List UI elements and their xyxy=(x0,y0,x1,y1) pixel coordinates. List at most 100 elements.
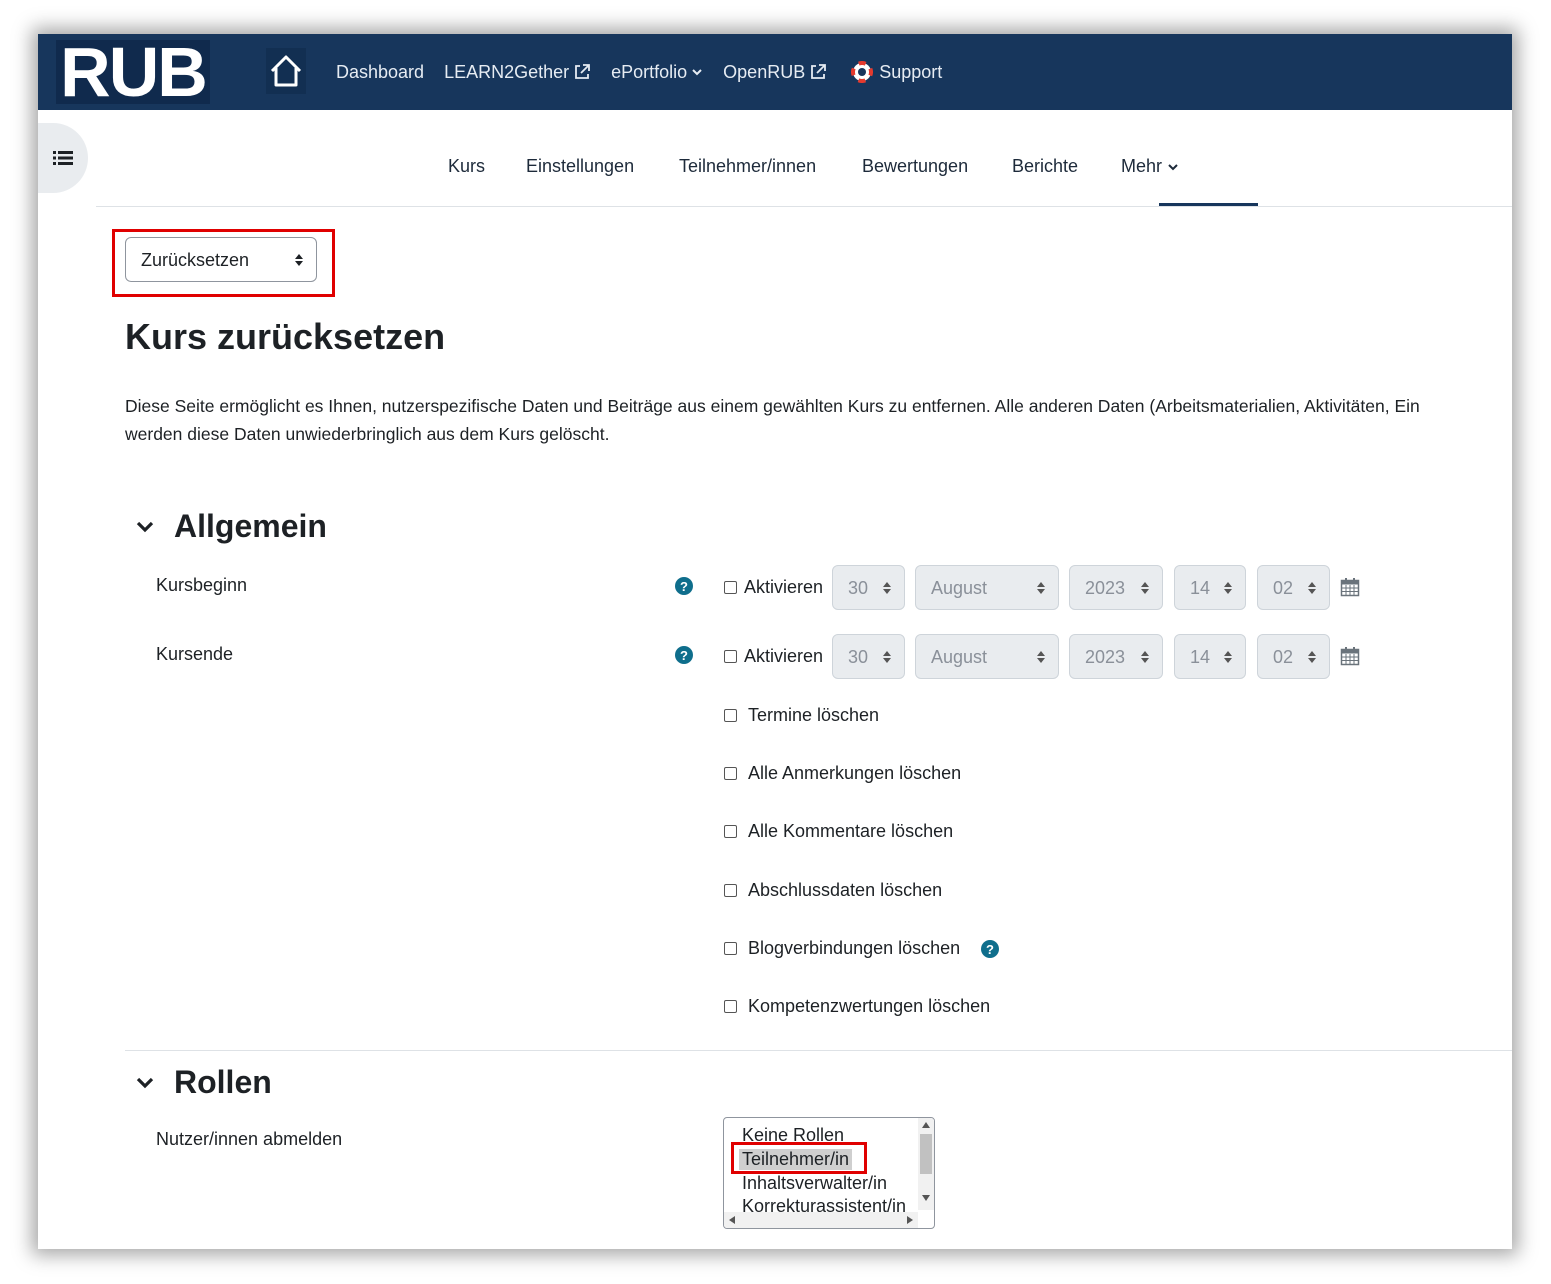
scroll-up-icon[interactable] xyxy=(922,1122,930,1128)
kursbeginn-enable-label: Aktivieren xyxy=(744,577,824,597)
kursende-month-value: August xyxy=(931,647,988,667)
nav-openrub[interactable]: OpenRUB xyxy=(723,62,827,83)
scroll-down-icon[interactable] xyxy=(922,1195,930,1201)
select-arrows-icon xyxy=(1224,582,1232,594)
page-action-select-value: Zurücksetzen xyxy=(141,250,250,270)
abschluss-label: Abschlussdaten löschen xyxy=(748,880,943,900)
home-icon xyxy=(270,55,302,87)
kursende-enable-label: Aktivieren xyxy=(744,646,824,666)
course-index-toggle[interactable] xyxy=(38,123,88,193)
kursbeginn-day-value: 30 xyxy=(848,578,869,598)
section-allgemein-header[interactable]: Allgemein xyxy=(134,508,327,545)
termine-label: Termine löschen xyxy=(748,705,880,725)
svg-text:?: ? xyxy=(680,648,688,663)
blog-label: Blogverbindungen löschen xyxy=(748,938,961,958)
kursende-day-value: 30 xyxy=(848,647,869,667)
kursende-hour-value: 14 xyxy=(1190,647,1211,667)
tab-berichte[interactable]: Berichte xyxy=(1012,156,1078,177)
kursbeginn-minute-select[interactable]: 02 xyxy=(1257,565,1330,610)
scroll-right-icon[interactable] xyxy=(907,1216,913,1224)
kursende-minute-select[interactable]: 02 xyxy=(1257,634,1330,679)
select-arrows-icon xyxy=(1308,582,1316,594)
page-action-select[interactable]: Zurücksetzen xyxy=(125,237,317,282)
nav-eportfolio-label: ePortfolio xyxy=(611,61,688,82)
help-icon[interactable]: ? xyxy=(675,646,693,664)
anmerkungen-label: Alle Anmerkungen löschen xyxy=(748,763,962,783)
svg-text:?: ? xyxy=(680,579,688,594)
tab-kurs[interactable]: Kurs xyxy=(448,156,485,177)
home-button[interactable] xyxy=(266,48,306,94)
tab-mehr[interactable]: Mehr xyxy=(1121,156,1179,177)
kursende-minute-value: 02 xyxy=(1273,647,1294,667)
external-link-icon xyxy=(575,64,591,79)
listbox-option[interactable]: Inhaltsverwalter/in xyxy=(742,1173,887,1194)
page-title: Kurs zurücksetzen xyxy=(125,316,446,357)
nav-dashboard[interactable]: Dashboard xyxy=(336,62,424,83)
browser-window: RUB Dashboard LEARN2Gether ePortfolio Op… xyxy=(38,34,1512,1249)
label-nutzer-abmelden: Nutzer/innen abmelden xyxy=(156,1129,343,1149)
nav-support[interactable]: Support xyxy=(847,61,942,83)
label-kursende: Kursende xyxy=(156,644,234,664)
kursende-hour-select[interactable]: 14 xyxy=(1174,634,1246,679)
kursbeginn-month-value: August xyxy=(931,578,988,598)
calendar-icon[interactable] xyxy=(1340,577,1360,597)
external-link-icon xyxy=(811,64,827,79)
select-arrows-icon xyxy=(1308,651,1316,663)
blog-checkbox[interactable] xyxy=(724,942,737,955)
kursbeginn-month-select[interactable]: August xyxy=(915,565,1059,610)
kompetenz-label: Kompetenzwertungen löschen xyxy=(748,996,991,1016)
kursende-month-select[interactable]: August xyxy=(915,634,1059,679)
primary-nav: Dashboard LEARN2Gether ePortfolio OpenRU… xyxy=(336,34,962,110)
calendar-icon[interactable] xyxy=(1340,646,1360,666)
kursbeginn-minute-value: 02 xyxy=(1273,578,1294,598)
select-arrows-icon xyxy=(1141,582,1149,594)
list-icon xyxy=(53,151,73,165)
chevron-down-icon xyxy=(136,521,154,532)
page-intro: Diese Seite ermöglicht es Ihnen, nutzers… xyxy=(125,392,1512,448)
nav-dashboard-label: Dashboard xyxy=(336,61,425,82)
kursbeginn-hour-value: 14 xyxy=(1190,578,1211,598)
top-navbar: RUB Dashboard LEARN2Gether ePortfolio Op… xyxy=(38,34,1512,110)
section-rollen-title: Rollen xyxy=(174,1064,272,1100)
section-allgemein-title: Allgemein xyxy=(174,508,327,544)
kommentare-checkbox[interactable] xyxy=(724,825,737,838)
nav-openrub-label: OpenRUB xyxy=(723,61,806,82)
intro-line-1: Diese Seite ermöglicht es Ihnen, nutzers… xyxy=(125,396,1420,416)
annotation-highlight xyxy=(731,1142,867,1174)
help-icon[interactable]: ? xyxy=(675,577,693,595)
kursbeginn-year-select[interactable]: 2023 xyxy=(1069,565,1163,610)
kursende-day-select[interactable]: 30 xyxy=(832,634,905,679)
kursbeginn-enable-checkbox[interactable] xyxy=(724,581,737,594)
kursbeginn-year-value: 2023 xyxy=(1085,578,1126,598)
kursende-year-select[interactable]: 2023 xyxy=(1069,634,1163,679)
intro-line-2: werden diese Daten unwiederbringlich aus… xyxy=(125,424,610,444)
listbox-horizontal-scrollbar[interactable] xyxy=(724,1212,918,1228)
listbox-vertical-scrollbar[interactable] xyxy=(918,1118,934,1210)
kommentare-label: Alle Kommentare löschen xyxy=(748,821,954,841)
nav-learn2gether[interactable]: LEARN2Gether xyxy=(444,62,591,83)
rub-logo[interactable]: RUB xyxy=(56,37,210,107)
tab-einstellungen[interactable]: Einstellungen xyxy=(526,156,634,177)
listbox-scroll-thumb[interactable] xyxy=(920,1134,932,1174)
nav-eportfolio[interactable]: ePortfolio xyxy=(611,62,703,83)
kursende-enable-checkbox[interactable] xyxy=(724,650,737,663)
select-arrows-icon xyxy=(1141,651,1149,663)
kursbeginn-day-select[interactable]: 30 xyxy=(832,565,905,610)
nav-support-label: Support xyxy=(879,61,943,82)
svg-text:?: ? xyxy=(986,942,994,957)
kursbeginn-hour-select[interactable]: 14 xyxy=(1174,565,1246,610)
select-arrows-icon xyxy=(883,651,891,663)
select-arrows-icon xyxy=(883,582,891,594)
scroll-left-icon[interactable] xyxy=(729,1216,735,1224)
section-rollen-header[interactable]: Rollen xyxy=(134,1064,272,1101)
select-arrows-icon xyxy=(1037,651,1045,663)
termine-checkbox[interactable] xyxy=(724,709,737,722)
anmerkungen-checkbox[interactable] xyxy=(724,767,737,780)
active-tab-indicator xyxy=(1159,203,1258,206)
abschluss-checkbox[interactable] xyxy=(724,884,737,897)
tab-teilnehmer[interactable]: Teilnehmer/innen xyxy=(679,156,816,177)
help-icon[interactable]: ? xyxy=(981,940,999,958)
tab-mehr-label: Mehr xyxy=(1121,156,1163,176)
kompetenz-checkbox[interactable] xyxy=(724,1000,737,1013)
tab-bewertungen[interactable]: Bewertungen xyxy=(862,156,968,177)
